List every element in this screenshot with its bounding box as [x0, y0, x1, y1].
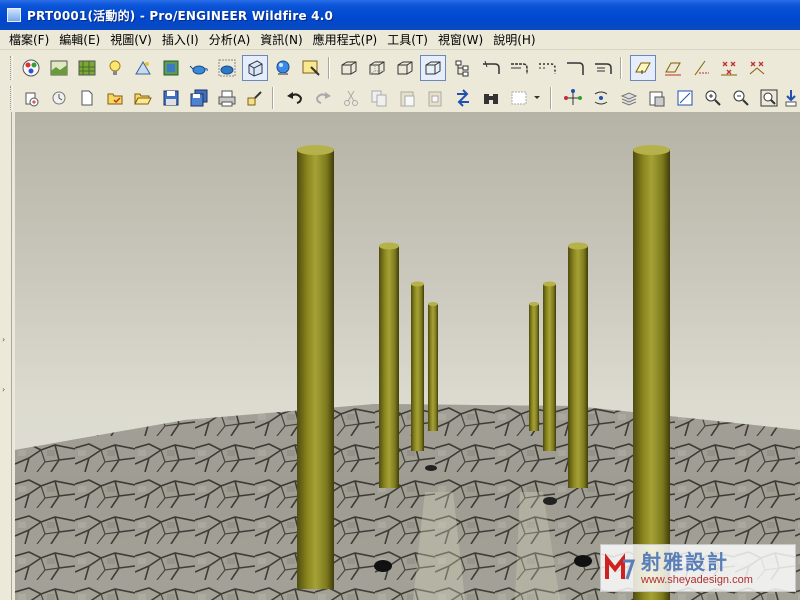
- menu-tools[interactable]: 工具(T): [382, 31, 433, 49]
- orient-mode-icon[interactable]: [560, 85, 586, 111]
- orient-icon[interactable]: [506, 55, 532, 81]
- watermark-text: 射雅設計: [641, 549, 729, 574]
- select-box-icon[interactable]: [506, 85, 532, 111]
- pillar: [379, 242, 399, 488]
- pillar: [428, 302, 438, 431]
- menu-info[interactable]: 資訊(N): [255, 31, 307, 49]
- toolbar-row-render: [0, 53, 800, 83]
- watermark-url: www.sheyadesign.com: [641, 573, 753, 586]
- menu-bar: 檔案(F) 編輯(E) 視圖(V) 插入(I) 分析(A) 資訊(N) 應用程式…: [0, 30, 800, 50]
- texture-icon[interactable]: [74, 55, 100, 81]
- paste-special-icon[interactable]: [422, 85, 448, 111]
- rendered-scene: [15, 145, 800, 600]
- menu-edit[interactable]: 編輯(E): [54, 31, 105, 49]
- menu-analysis[interactable]: 分析(A): [204, 31, 256, 49]
- no-hidden-icon[interactable]: [392, 55, 418, 81]
- app-icon[interactable]: [7, 8, 21, 22]
- layers-icon[interactable]: [616, 85, 642, 111]
- chevron-right-icon[interactable]: ›: [2, 334, 10, 346]
- sketch-view-icon[interactable]: [672, 85, 698, 111]
- pillar: [297, 145, 334, 589]
- gallery-icon[interactable]: [644, 85, 670, 111]
- menu-window[interactable]: 視窗(W): [433, 31, 488, 49]
- datum-axis-display-icon[interactable]: [660, 55, 686, 81]
- print-icon[interactable]: [214, 85, 240, 111]
- shaded-icon[interactable]: [420, 55, 446, 81]
- chevron-right-icon[interactable]: ›: [2, 384, 10, 396]
- render-preview-icon[interactable]: [270, 55, 296, 81]
- help-context-icon[interactable]: [782, 85, 800, 111]
- watermark-logo: [605, 553, 636, 583]
- pillar: [411, 281, 424, 451]
- proe-window: PRT0001(活動的) - Pro/ENGINEER Wildfire 4.0…: [0, 0, 800, 600]
- copy-icon[interactable]: [366, 85, 392, 111]
- render-settings-icon[interactable]: [298, 55, 324, 81]
- hidden-line-icon[interactable]: [364, 55, 390, 81]
- menu-applications[interactable]: 應用程式(P): [308, 31, 383, 49]
- undo-icon[interactable]: [282, 85, 308, 111]
- render-region-teapot-icon[interactable]: [214, 55, 240, 81]
- watermark: 射雅設計 www.sheyadesign.com: [600, 544, 796, 592]
- title-bar[interactable]: PRT0001(活動的) - Pro/ENGINEER Wildfire 4.0: [0, 0, 800, 30]
- refit-icon[interactable]: [756, 85, 782, 111]
- save-copy-icon[interactable]: [186, 85, 212, 111]
- scene-icon[interactable]: [46, 55, 72, 81]
- open-folder-icon[interactable]: [130, 85, 156, 111]
- wireframe-icon[interactable]: [336, 55, 362, 81]
- document-icon[interactable]: [74, 85, 100, 111]
- datum-annotation-display-icon[interactable]: [744, 55, 770, 81]
- zoom-out-icon[interactable]: [728, 85, 754, 111]
- menu-file[interactable]: 檔案(F): [4, 31, 54, 49]
- open-icon[interactable]: [46, 85, 72, 111]
- zoom-in-icon[interactable]: [700, 85, 726, 111]
- toolbar-row-file: [0, 83, 800, 113]
- spin-center-icon[interactable]: [562, 55, 588, 81]
- pillar: [568, 242, 588, 488]
- plane-view-icon[interactable]: [588, 85, 614, 111]
- paste-icon[interactable]: [394, 85, 420, 111]
- appearance-gallery-icon[interactable]: [18, 55, 44, 81]
- datum-plane-display-icon[interactable]: [630, 55, 656, 81]
- menu-view[interactable]: 視圖(V): [105, 31, 157, 49]
- save-icon[interactable]: [158, 85, 184, 111]
- view-manager-icon[interactable]: [590, 55, 616, 81]
- coordinate-system-display-icon[interactable]: [716, 55, 742, 81]
- render-teapot-icon[interactable]: [186, 55, 212, 81]
- model-tree-display-icon[interactable]: [450, 55, 476, 81]
- toolbar-grip[interactable]: [10, 86, 13, 110]
- menu-insert[interactable]: 插入(I): [157, 31, 204, 49]
- light-icon[interactable]: [102, 55, 128, 81]
- redo-icon[interactable]: [310, 85, 336, 111]
- cut-icon[interactable]: [338, 85, 364, 111]
- repaint-icon[interactable]: [534, 55, 560, 81]
- pillar: [633, 145, 670, 600]
- render-window-icon[interactable]: [242, 55, 268, 81]
- menu-help[interactable]: 說明(H): [488, 31, 540, 49]
- navigator-strip[interactable]: › ›: [0, 112, 12, 600]
- email-icon[interactable]: [242, 85, 268, 111]
- pillar: [529, 302, 539, 431]
- datum-point-display-icon[interactable]: [688, 55, 714, 81]
- folder-check-icon[interactable]: [102, 85, 128, 111]
- room-icon[interactable]: [158, 55, 184, 81]
- graphics-viewport[interactable]: [15, 112, 800, 600]
- find-icon[interactable]: [478, 85, 504, 111]
- chevron-down-icon[interactable]: [530, 85, 544, 111]
- saved-view-icon[interactable]: [478, 55, 504, 81]
- window-title: PRT0001(活動的) - Pro/ENGINEER Wildfire 4.0: [27, 8, 334, 23]
- toolbar-grip[interactable]: [10, 56, 13, 80]
- pillar: [543, 281, 556, 451]
- toolbars: [0, 51, 800, 112]
- environment-icon[interactable]: [130, 55, 156, 81]
- regenerate-icon[interactable]: [450, 85, 476, 111]
- new-icon[interactable]: [18, 85, 44, 111]
